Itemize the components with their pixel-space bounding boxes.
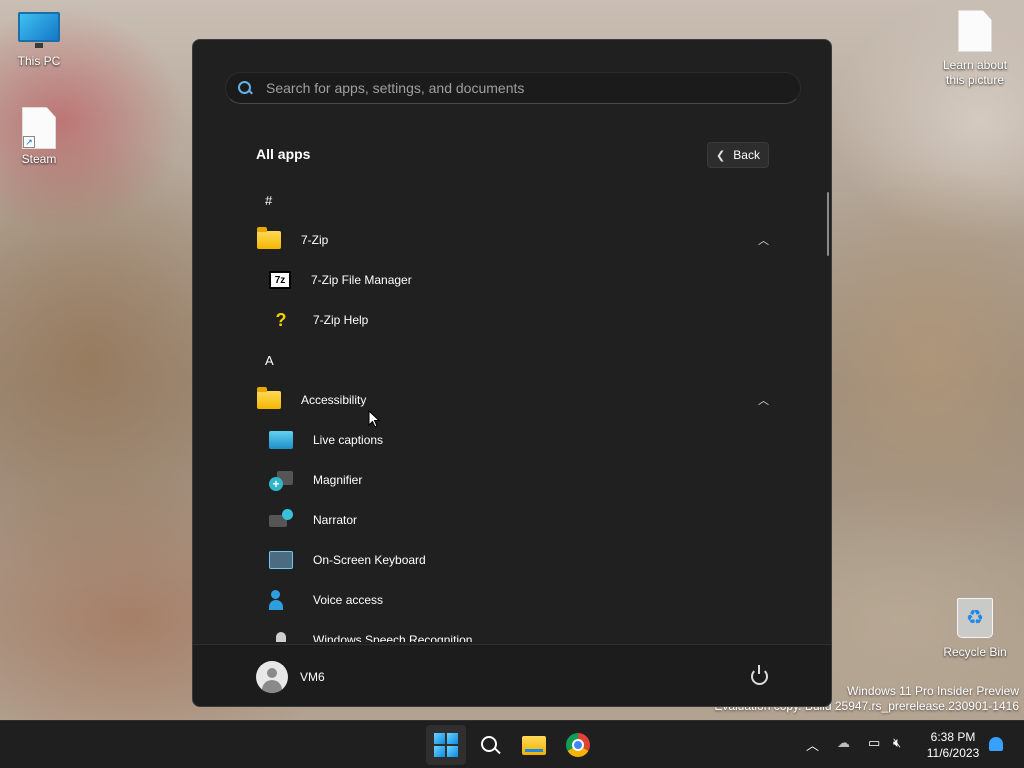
steam-icon: ↗ (22, 107, 56, 149)
recycle-bin-icon: ♻ (957, 598, 993, 638)
narrator-icon (269, 509, 293, 531)
letter-label: # (265, 192, 273, 208)
microphone-icon (276, 632, 286, 642)
start-menu: Search for apps, settings, and documents… (192, 39, 832, 707)
voice-access-icon (269, 589, 293, 611)
keyboard-icon (269, 551, 293, 569)
app-on-screen-keyboard[interactable]: On-Screen Keyboard (193, 540, 823, 580)
file-explorer-icon (522, 735, 546, 755)
power-icon[interactable] (751, 665, 768, 685)
show-hidden-icons-chevron-icon[interactable]: ︿ (806, 735, 819, 754)
magnifier-icon (269, 469, 293, 491)
taskbar-search-button[interactable] (470, 725, 510, 765)
search-placeholder: Search for apps, settings, and documents (266, 80, 525, 96)
app-voice-access[interactable]: Voice access (193, 580, 823, 620)
app-label: 7-Zip File Manager (311, 273, 412, 287)
desktop-icon-label-line1: Learn about (942, 58, 1008, 72)
clock-time: 6:38 PM (930, 730, 976, 744)
volume-muted-icon[interactable]: 🔇︎ (893, 735, 901, 751)
app-7zip-file-manager[interactable]: 7z 7-Zip File Manager (193, 260, 823, 300)
folder-accessibility[interactable]: Accessibility ︿ (193, 380, 823, 420)
desktop-icon-this-pc[interactable]: This PC (1, 12, 77, 69)
chevron-left-icon: ❮ (716, 149, 726, 162)
search-icon (238, 81, 252, 95)
app-narrator[interactable]: Narrator (193, 500, 823, 540)
all-apps-list: # 7-Zip ︿ 7z 7-Zip File Manager ? 7-Zip … (193, 180, 823, 642)
app-label: Voice access (313, 593, 384, 607)
letter-header-a[interactable]: A (193, 340, 823, 380)
onedrive-icon[interactable]: ☁ (837, 735, 850, 751)
user-name[interactable]: VM6 (300, 670, 325, 684)
chrome-button[interactable] (558, 725, 598, 765)
back-button[interactable]: ❮ Back (707, 142, 769, 168)
folder-icon (257, 227, 281, 249)
desktop-icon-label-line2: this picture (945, 73, 1005, 87)
folder-7zip[interactable]: 7-Zip ︿ (193, 220, 823, 260)
notification-bell-icon[interactable] (989, 737, 1003, 751)
app-label: Windows Speech Recognition (313, 633, 473, 642)
app-label: Live captions (313, 433, 384, 447)
windows-logo-icon (434, 733, 458, 757)
user-avatar-icon[interactable] (256, 661, 288, 693)
document-icon (958, 10, 992, 52)
desktop-icon-steam[interactable]: ↗ Steam (1, 107, 77, 167)
chrome-icon (566, 733, 590, 757)
app-label: 7-Zip Help (313, 313, 369, 327)
clock[interactable]: 6:38 PM 11/6/2023 (918, 729, 988, 761)
folder-label: 7-Zip (301, 233, 329, 247)
app-label: On-Screen Keyboard (313, 553, 426, 567)
help-file-icon: ? (275, 309, 287, 330)
desktop-icon-label: Recycle Bin (943, 645, 1007, 659)
mouse-cursor-icon (368, 409, 381, 428)
7zip-icon: 7z (269, 271, 291, 289)
live-captions-icon (269, 431, 293, 449)
app-label: Magnifier (313, 473, 363, 487)
taskbar: ︿ ☁ ▭ 🔇︎ 6:38 PM 11/6/2023 (0, 720, 1024, 768)
start-menu-footer: VM6 (193, 644, 831, 706)
app-live-captions[interactable]: Live captions (193, 420, 823, 460)
clock-date: 11/6/2023 (926, 746, 980, 760)
network-icon[interactable]: ▭ (868, 735, 880, 751)
desktop-icon-learn-about-picture[interactable]: Learn about this picture (937, 10, 1013, 88)
search-icon (481, 736, 499, 754)
letter-header-hash[interactable]: # (193, 180, 823, 220)
scrollbar-thumb[interactable] (827, 192, 829, 256)
chevron-up-icon: ︿ (758, 395, 769, 407)
letter-label: A (265, 352, 274, 368)
app-7zip-help[interactable]: ? 7-Zip Help (193, 300, 823, 340)
chevron-up-icon: ︿ (758, 235, 769, 247)
search-input[interactable]: Search for apps, settings, and documents (225, 72, 801, 104)
desktop-icon-label: Steam (21, 152, 57, 166)
app-windows-speech-recognition[interactable]: Windows Speech Recognition (193, 620, 823, 642)
file-explorer-button[interactable] (514, 725, 554, 765)
folder-label: Accessibility (301, 393, 367, 407)
app-label: Narrator (313, 513, 358, 527)
all-apps-heading: All apps (256, 146, 311, 162)
desktop-icon-recycle-bin[interactable]: ♻ Recycle Bin (937, 598, 1013, 660)
shortcut-arrow-icon: ↗ (23, 136, 35, 148)
start-button[interactable] (426, 725, 466, 765)
desktop-icon-label: This PC (17, 54, 61, 68)
monitor-icon (18, 12, 60, 48)
app-magnifier[interactable]: Magnifier (193, 460, 823, 500)
folder-icon (257, 387, 281, 409)
back-button-label: Back (733, 148, 760, 162)
